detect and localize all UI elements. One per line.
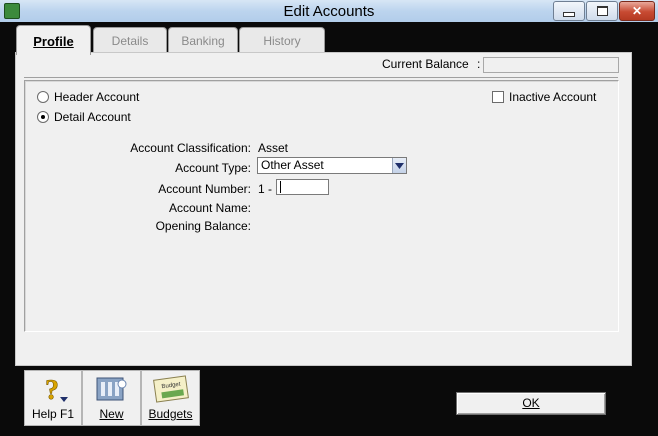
account-name-label: Account Name: (168, 201, 251, 215)
maximize-button[interactable] (586, 1, 618, 21)
current-balance-field (483, 57, 619, 73)
tab-details[interactable]: Details (93, 27, 167, 54)
tab-history-label: History (263, 34, 301, 48)
help-icon: ? (45, 375, 68, 405)
inactive-account-checkbox[interactable] (492, 91, 504, 103)
new-button-label: New (99, 407, 124, 421)
tab-details-label: Details (111, 34, 149, 48)
chevron-down-icon (395, 162, 404, 169)
account-number-prefix: 1 - (258, 182, 273, 196)
current-balance-label: Current Balance (382, 57, 469, 71)
minimize-icon (563, 11, 575, 17)
account-classification-label: Account Classification: (130, 141, 251, 155)
new-button[interactable]: New (82, 370, 141, 426)
account-type-value: Other Asset (261, 158, 324, 172)
account-number-label: Account Number: (158, 182, 251, 196)
tab-profile[interactable]: Profile (16, 25, 91, 55)
detail-account-radio[interactable] (37, 111, 49, 123)
account-number-input[interactable] (276, 179, 329, 195)
maximize-icon (596, 6, 608, 16)
tab-profile-label: Profile (33, 34, 74, 49)
tab-banking-label: Banking (181, 34, 225, 48)
help-button-label: Help F1 (31, 407, 75, 421)
close-icon: ✕ (631, 4, 643, 18)
new-account-icon (96, 377, 127, 401)
text-cursor (280, 181, 281, 193)
budgets-button-label: Budgets (148, 407, 193, 421)
account-classification-value: Asset (258, 141, 289, 155)
budget-icon: Budget (153, 375, 189, 403)
opening-balance-label: Opening Balance: (155, 219, 251, 233)
svg-text:?: ? (45, 375, 59, 405)
budgets-button[interactable]: Budget Budgets (141, 370, 200, 426)
account-type-dropdown-button[interactable] (392, 158, 406, 173)
ok-button[interactable]: OK (456, 392, 606, 415)
header-account-label[interactable]: Header Account (54, 90, 139, 104)
account-type-label: Account Type: (175, 161, 251, 175)
header-account-radio[interactable] (37, 91, 49, 103)
detail-account-label[interactable]: Detail Account (54, 110, 131, 124)
current-balance-colon: : (477, 57, 481, 71)
minimize-button[interactable] (553, 1, 585, 21)
account-type-select[interactable]: Other Asset (257, 157, 407, 174)
help-button[interactable]: ? Help F1 (24, 370, 82, 426)
tab-banking[interactable]: Banking (168, 27, 238, 54)
inactive-account-label[interactable]: Inactive Account (509, 90, 596, 104)
tab-history[interactable]: History (239, 27, 325, 54)
divider (24, 77, 618, 78)
ok-button-label: OK (522, 396, 540, 410)
close-button[interactable]: ✕ (619, 1, 655, 21)
